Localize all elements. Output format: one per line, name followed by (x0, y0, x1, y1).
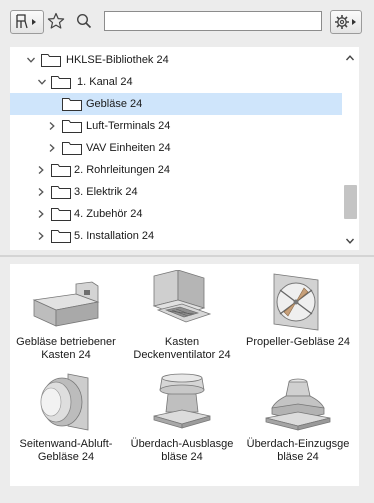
tree-item-label: 5. Installation 24 (74, 230, 155, 242)
folder-icon (62, 120, 82, 133)
grid-item-caption: Seitenwand-Abluft- Gebläse 24 (19, 438, 113, 463)
library-tree: HKLSE-Bibliothek 24 1. Kanal 24 Gebläse … (10, 47, 359, 250)
chevron-right-icon[interactable] (47, 121, 57, 131)
favorites-button[interactable] (46, 11, 66, 31)
search-icon (76, 13, 92, 29)
grid-item[interactable]: Überdach-Ausblasge bläse 24 (126, 370, 238, 470)
library-mode-button[interactable] (10, 10, 44, 34)
folder-icon (62, 98, 82, 111)
grid-item[interactable]: Propeller-Gebläse 24 (242, 268, 354, 368)
tree-item-label: 1. Kanal 24 (77, 76, 133, 88)
chevron-down-icon[interactable] (26, 55, 36, 65)
scroll-up-arrow[interactable] (345, 53, 355, 61)
tree-item-label: 3. Elektrik 24 (74, 186, 138, 198)
grid-item[interactable]: Kasten Deckenventilator 24 (126, 268, 238, 368)
fan-powered-box-thumbnail (32, 281, 100, 327)
scroll-down-arrow[interactable] (345, 236, 355, 244)
chevron-right-icon[interactable] (36, 187, 46, 197)
tree-item-installation[interactable]: 5. Installation 24 (10, 225, 342, 247)
tree-item-label: HKLSE-Bibliothek 24 (66, 54, 169, 66)
scrollbar-thumb[interactable] (344, 185, 357, 219)
grid-item[interactable]: Überdach-Einzugsge bläse 24 (242, 370, 354, 470)
toolbar (0, 0, 374, 44)
tree-item-hklse-bibliothek[interactable]: HKLSE-Bibliothek 24 (10, 49, 342, 71)
tree-item-label: 2. Rohrleitungen 24 (74, 164, 171, 176)
folder-icon (51, 230, 71, 243)
grid-item-caption: Kasten Deckenventilator 24 (133, 336, 231, 361)
grid-item-caption: Überdach-Ausblasge bläse 24 (130, 438, 234, 463)
search-input[interactable] (104, 11, 322, 31)
grid-item[interactable]: Seitenwand-Abluft- Gebläse 24 (10, 370, 122, 470)
roof-exhaust-fan-thumbnail (153, 373, 211, 429)
settings-button[interactable] (330, 10, 362, 34)
propeller-fan-thumbnail (273, 273, 319, 331)
tree-item-kanal[interactable]: 1. Kanal 24 (10, 71, 342, 93)
folder-icon (51, 76, 71, 89)
chevron-right-icon[interactable] (36, 165, 46, 175)
grid-item-caption: Propeller-Gebläse 24 (246, 336, 350, 348)
chevron-right-icon[interactable] (36, 231, 46, 241)
tree-item-label: VAV Einheiten 24 (86, 142, 171, 154)
grid-item-caption: Gebläse betriebener Kasten 24 (16, 336, 116, 361)
object-grid: Gebläse betriebener Kasten 24 Kasten Dec… (10, 264, 359, 486)
tree-item-label: Gebläse 24 (86, 98, 143, 110)
star-icon (47, 12, 65, 29)
tree-item-label: 4. Zubehör 24 (74, 208, 143, 220)
folder-icon (62, 142, 82, 155)
tree-item-luft-terminals[interactable]: Luft-Terminals 24 (10, 115, 342, 137)
folder-icon (51, 208, 71, 221)
folder-icon (41, 54, 61, 67)
library-mode-icon (16, 14, 36, 29)
folder-icon (51, 164, 71, 177)
roof-supply-fan-thumbnail (265, 378, 331, 431)
tree-item-label: Luft-Terminals 24 (86, 120, 171, 132)
grid-item-caption: Überdach-Einzugsge bläse 24 (246, 438, 350, 463)
search-button[interactable] (74, 11, 94, 31)
tree-item-rohrleitungen[interactable]: 2. Rohrleitungen 24 (10, 159, 342, 181)
sidewall-exhaust-fan-thumbnail (40, 373, 89, 431)
tree-item-elektrik[interactable]: 3. Elektrik 24 (10, 181, 342, 203)
tree-item-zubehoer[interactable]: 4. Zubehör 24 (10, 203, 342, 225)
folder-icon (51, 186, 71, 199)
ceiling-fan-box-thumbnail (152, 270, 212, 323)
chevron-down-icon[interactable] (37, 77, 47, 87)
chevron-right-icon[interactable] (36, 209, 46, 219)
chevron-right-icon[interactable] (47, 143, 57, 153)
tree-item-geblaese[interactable]: Gebläse 24 (10, 93, 342, 115)
grid-item[interactable]: Gebläse betriebener Kasten 24 (10, 268, 122, 368)
gear-icon (335, 15, 356, 29)
tree-item-vav-einheiten[interactable]: VAV Einheiten 24 (10, 137, 342, 159)
panel-splitter[interactable] (0, 255, 374, 257)
